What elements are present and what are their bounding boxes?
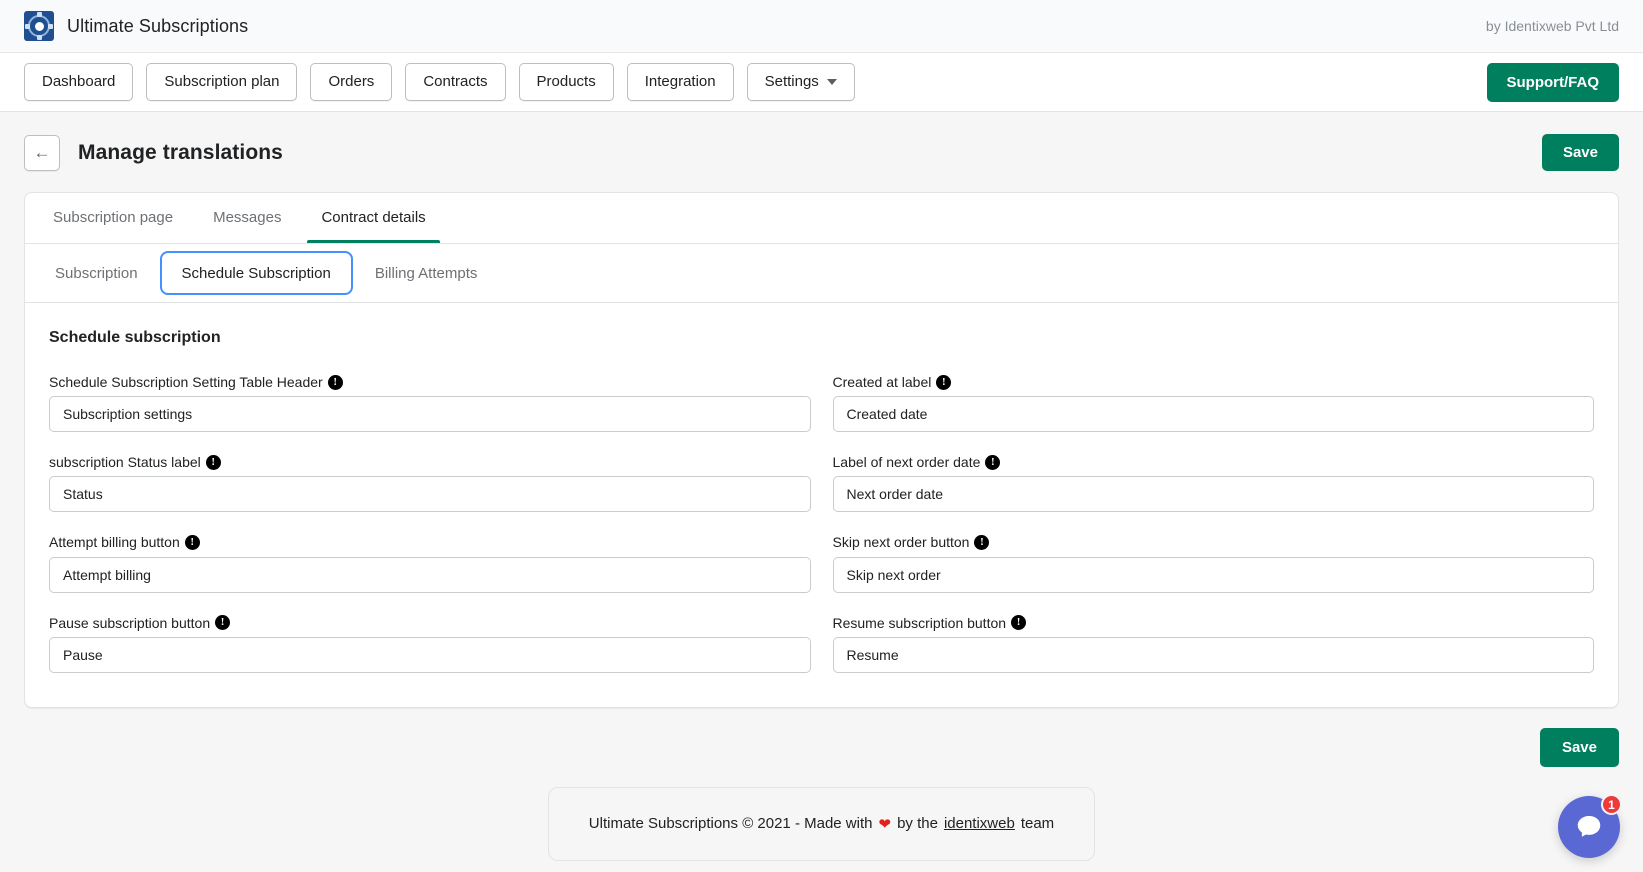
info-icon[interactable]: !: [974, 534, 990, 550]
nav-label: Products: [536, 73, 596, 91]
field-label-of-next-order-date: Label of next order date !: [832, 453, 1595, 513]
page-header: ← Manage translations Save: [0, 112, 1643, 171]
nav-item-dashboard[interactable]: Dashboard: [24, 63, 134, 101]
brand-name: Ultimate Subscriptions: [67, 15, 249, 36]
field-label-text: Attempt billing button: [49, 534, 180, 551]
tab-subscription-page[interactable]: Subscription page: [33, 193, 193, 243]
subscription-logo-icon: [24, 11, 54, 41]
subtab-subscription[interactable]: Subscription: [33, 254, 160, 292]
credit-card: Ultimate Subscriptions © 2021 - Made wit…: [547, 786, 1096, 861]
credit-middle: by the: [897, 815, 938, 833]
pause-subscription-button-input[interactable]: [49, 636, 811, 673]
vendor-credit: by Identixweb Pvt Ltd: [1485, 18, 1619, 34]
field-created-at-label: Created at label !: [832, 373, 1595, 433]
info-icon[interactable]: !: [327, 374, 343, 390]
arrow-left-icon[interactable]: ←: [24, 134, 60, 171]
field-label-text: Pause subscription button: [49, 614, 211, 631]
logo-nub-north: [36, 12, 42, 17]
field-skip-next-order-button: Skip next order button !: [832, 533, 1595, 593]
info-icon[interactable]: !: [215, 615, 231, 631]
section-title: Schedule subscription: [49, 329, 221, 346]
field-label: Resume subscription button !: [833, 614, 1595, 632]
field-label-text: Skip next order button: [832, 534, 970, 551]
field-label: Skip next order button !: [833, 533, 1595, 551]
footer-actions: Save: [0, 708, 1643, 767]
card-body: Schedule subscription Schedule Subscript…: [25, 303, 1618, 707]
primary-tabs: Subscription page Messages Contract deta…: [25, 193, 1618, 244]
nav-label: Subscription plan: [164, 73, 280, 91]
chat-widget: 1: [1558, 794, 1622, 858]
credit-prefix: Ultimate Subscriptions © 2021 - Made wit…: [588, 815, 873, 833]
logo-nub-south: [36, 35, 42, 40]
field-label-text: subscription Status label: [49, 454, 201, 471]
info-icon[interactable]: !: [1011, 615, 1027, 631]
subtab-schedule-subscription[interactable]: Schedule Subscription: [159, 251, 353, 295]
nav-item-products[interactable]: Products: [518, 63, 614, 101]
field-label: subscription Status label !: [49, 453, 811, 471]
resume-subscription-button-input[interactable]: [832, 636, 1594, 673]
field-subscription-status-label: subscription Status label !: [49, 453, 811, 513]
field-schedule-subscription-setting-table-header: Schedule Subscription Setting Table Head…: [49, 373, 811, 433]
heart-icon: ❤: [878, 815, 892, 833]
credit-suffix: team: [1020, 815, 1055, 833]
schedule-subscription-setting-table-header-input[interactable]: [49, 396, 811, 433]
nav-label: Orders: [328, 73, 375, 91]
app-bar: Ultimate Subscriptions by Identixweb Pvt…: [0, 0, 1643, 53]
nav-item-subscription-plan[interactable]: Subscription plan: [146, 63, 298, 101]
identixweb-link[interactable]: identixweb: [944, 815, 1015, 832]
brand: Ultimate Subscriptions: [24, 11, 248, 41]
save-button-top[interactable]: Save: [1541, 134, 1619, 171]
chevron-down-icon: [826, 79, 837, 85]
field-resume-subscription-button: Resume subscription button !: [832, 614, 1595, 673]
info-icon[interactable]: !: [205, 454, 221, 470]
nav-label: Dashboard: [42, 73, 116, 91]
nav-label: Settings: [764, 73, 819, 91]
subscription-status-label-input[interactable]: [49, 476, 811, 513]
logo-core: [34, 21, 44, 31]
logo-nub-east: [48, 23, 53, 29]
support-faq-button[interactable]: Support/FAQ: [1486, 62, 1619, 102]
attempt-billing-button-input[interactable]: [49, 556, 811, 593]
credit-footer: Ultimate Subscriptions © 2021 - Made wit…: [0, 786, 1643, 861]
field-label: Schedule Subscription Setting Table Head…: [49, 373, 811, 391]
main-nav: Dashboard Subscription plan Orders Contr…: [0, 53, 1643, 112]
field-attempt-billing-button: Attempt billing button !: [49, 533, 811, 593]
info-icon[interactable]: !: [985, 454, 1001, 470]
translations-card: Subscription page Messages Contract deta…: [24, 192, 1619, 708]
logo-nub-west: [25, 23, 30, 29]
created-at-label-input[interactable]: [832, 396, 1594, 433]
field-pause-subscription-button: Pause subscription button !: [49, 614, 811, 673]
tab-contract-details[interactable]: Contract details: [301, 193, 445, 243]
nav-item-integration[interactable]: Integration: [626, 63, 734, 101]
nav-item-contracts[interactable]: Contracts: [405, 63, 506, 101]
tab-messages[interactable]: Messages: [193, 193, 301, 243]
field-label: Label of next order date !: [833, 453, 1595, 471]
nav-item-orders[interactable]: Orders: [310, 63, 393, 101]
field-label-text: Label of next order date: [832, 454, 981, 471]
field-label: Pause subscription button !: [49, 614, 811, 632]
field-label-text: Created at label: [832, 374, 932, 390]
field-label: Created at label !: [833, 373, 1595, 391]
subtab-billing-attempts[interactable]: Billing Attempts: [353, 254, 500, 292]
secondary-tabs: Subscription Schedule Subscription Billi…: [25, 244, 1618, 303]
field-label: Attempt billing button !: [49, 533, 811, 551]
skip-next-order-button-input[interactable]: [832, 556, 1594, 593]
nav-label: Integration: [644, 73, 716, 91]
translation-fields-grid: Schedule Subscription Setting Table Head…: [49, 373, 1594, 673]
info-icon[interactable]: !: [184, 534, 200, 550]
info-icon[interactable]: !: [936, 374, 952, 390]
nav-label: Contracts: [423, 73, 488, 91]
save-button-bottom[interactable]: Save: [1539, 727, 1619, 767]
page-title: Manage translations: [78, 140, 283, 164]
field-label-text: Resume subscription button: [832, 614, 1007, 631]
field-label-text: Schedule Subscription Setting Table Head…: [49, 374, 323, 390]
chat-unread-badge: 1: [1601, 794, 1622, 815]
label-of-next-order-date-input[interactable]: [832, 476, 1594, 513]
nav-item-settings[interactable]: Settings: [746, 63, 855, 101]
